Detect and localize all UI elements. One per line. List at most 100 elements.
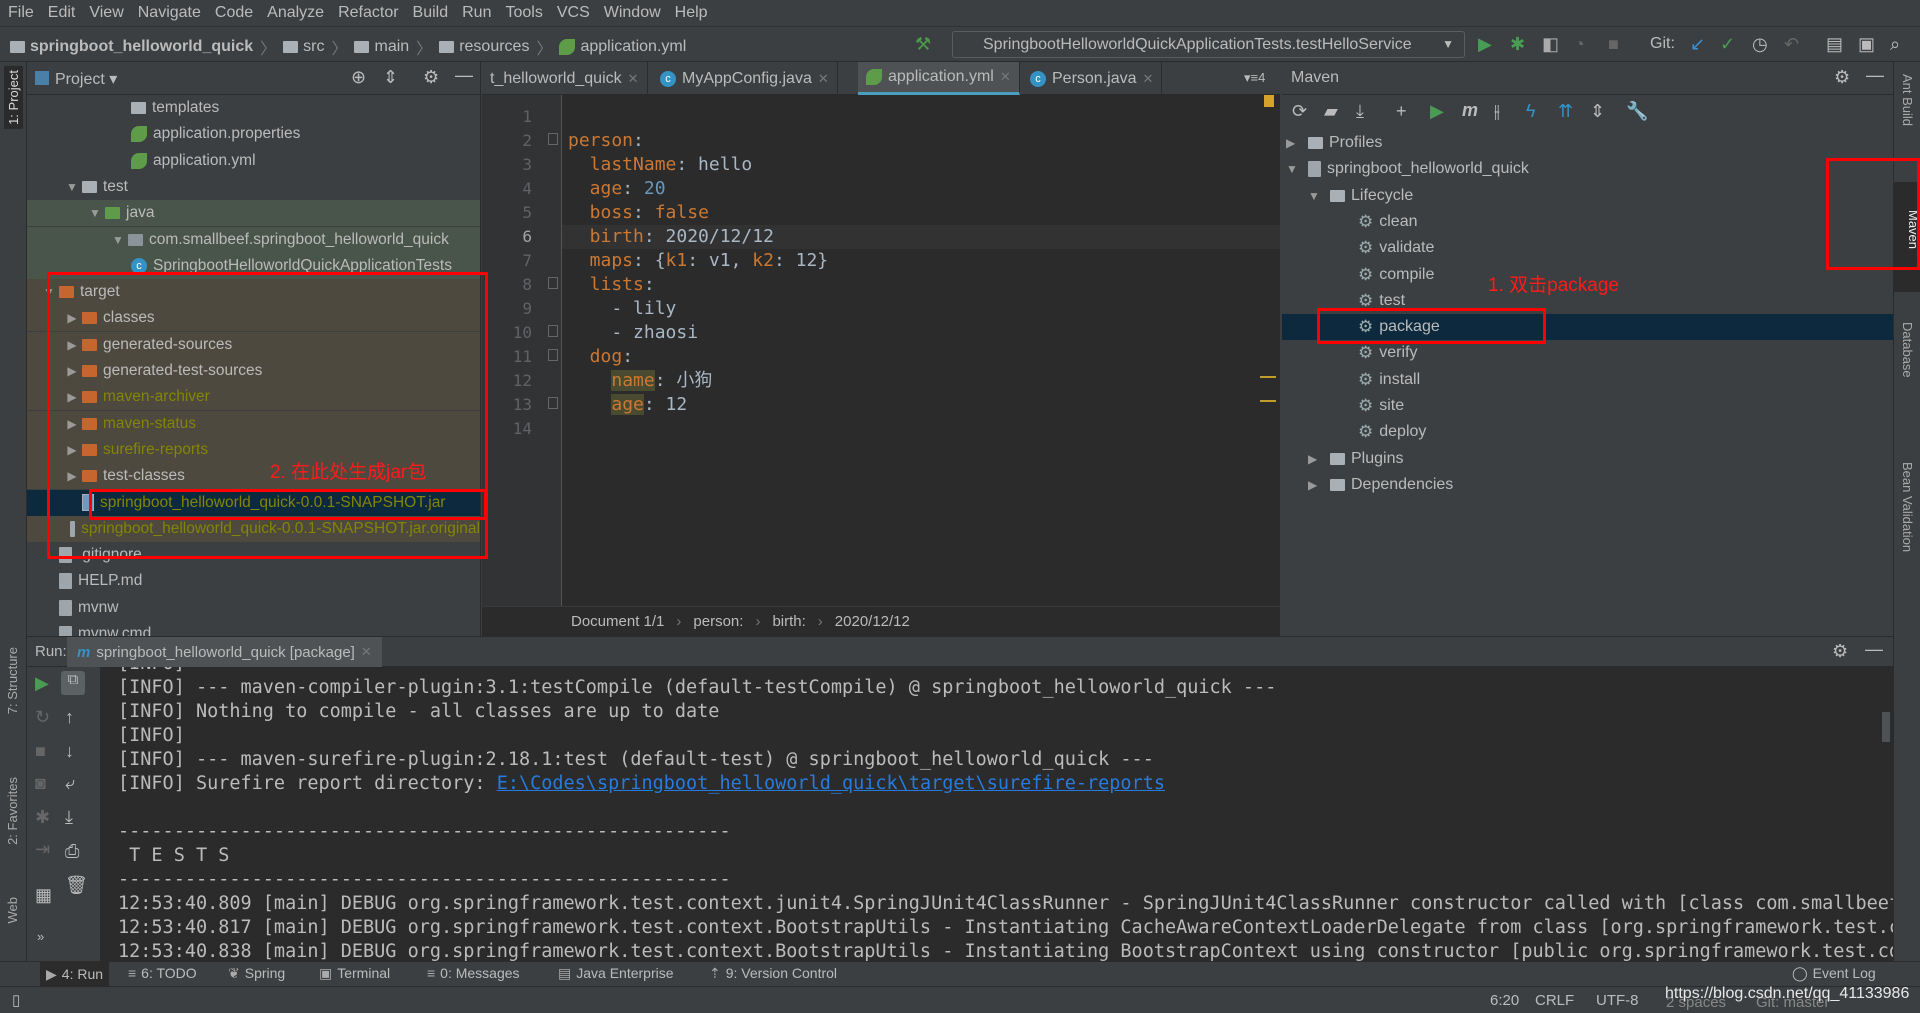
stripe-maven[interactable]: Maven: [1894, 182, 1920, 292]
menu-window[interactable]: Window: [600, 4, 671, 22]
reimport-icon[interactable]: ⟳: [1292, 101, 1307, 122]
tool-tab-messages[interactable]: ≡ 0: Messages: [427, 965, 520, 981]
chevron-right-icon[interactable]: ▶: [62, 364, 82, 378]
menu-edit[interactable]: Edit: [44, 4, 86, 22]
maven-item-profiles[interactable]: ▶ Profiles: [1282, 130, 1893, 156]
up-arrow-icon[interactable]: ↑: [65, 707, 74, 728]
breadcrumb-main[interactable]: main: [374, 38, 409, 56]
hide-icon[interactable]: —: [455, 65, 473, 86]
chevron-right-icon[interactable]: ▶: [1308, 478, 1330, 492]
tool-tab-terminal[interactable]: ▣ Terminal: [319, 965, 390, 982]
stop-icon[interactable]: ■: [1608, 33, 1619, 55]
git-commit-icon[interactable]: ✓: [1720, 33, 1735, 55]
tree-item[interactable]: ▶ generated-test-sources: [27, 358, 480, 384]
camera-icon[interactable]: ◙: [35, 773, 46, 794]
editor-tab[interactable]: t_helloworld_quick ✕: [482, 62, 648, 95]
tool-tab-version-control[interactable]: ⇡ 9: Version Control: [709, 965, 837, 982]
event-log-button[interactable]: ◯ Event Log: [1792, 965, 1876, 982]
chevron-right-icon[interactable]: ▶: [62, 390, 82, 404]
gear-icon[interactable]: ⚙: [1832, 641, 1848, 662]
menu-help[interactable]: Help: [671, 4, 718, 22]
chevron-down-icon[interactable]: ▼: [1308, 189, 1330, 203]
close-icon[interactable]: ✕: [818, 71, 829, 87]
tool-tab-run[interactable]: ▶ 4: Run: [40, 962, 110, 986]
stop-icon[interactable]: ■: [35, 741, 46, 762]
menu-navigate[interactable]: Navigate: [134, 4, 211, 22]
menu-refactor[interactable]: Refactor: [334, 4, 408, 22]
menu-code[interactable]: Code: [211, 4, 263, 22]
maven-goal-icon[interactable]: m: [1462, 100, 1478, 121]
tree-item[interactable]: application.properties: [27, 121, 480, 147]
stripe-ant-build[interactable]: Ant Build: [1900, 74, 1915, 126]
chevron-down-icon[interactable]: ▼: [1286, 162, 1308, 176]
soft-wrap-icon[interactable]: ⤶: [65, 773, 75, 794]
tree-item[interactable]: springboot_helloworld_quick-0.0.1-SNAPSH…: [27, 515, 480, 542]
down-arrow-icon[interactable]: ↓: [65, 741, 74, 762]
tree-item[interactable]: ▶ maven-archiver: [27, 384, 480, 411]
tree-item[interactable]: ▼ test: [27, 174, 480, 200]
layout-icon[interactable]: ▦: [35, 885, 52, 906]
hide-icon[interactable]: —: [1865, 639, 1883, 660]
run-configuration-select[interactable]: SpringbootHelloworldQuickApplicationTest…: [952, 31, 1465, 58]
editor-crumb[interactable]: Document 1/1: [571, 613, 664, 630]
menu-analyze[interactable]: Analyze: [263, 4, 334, 22]
add-icon[interactable]: +: [1396, 101, 1407, 122]
generate-sources-icon[interactable]: ▰: [1324, 101, 1338, 122]
chevron-down-icon[interactable]: ▼: [85, 206, 105, 220]
show-dependencies-icon[interactable]: ⇈: [1558, 101, 1573, 122]
print-icon[interactable]: ⎙: [65, 841, 79, 862]
tree-item[interactable]: application.yml: [27, 148, 480, 174]
maven-item-verify[interactable]: ⚙ verify: [1282, 340, 1893, 366]
menu-run[interactable]: Run: [458, 4, 501, 22]
editor-crumb[interactable]: 2020/12/12: [835, 613, 910, 630]
wrench-icon[interactable]: 🔧: [1626, 101, 1648, 122]
chevron-right-icon[interactable]: ▶: [62, 469, 82, 483]
gear-icon[interactable]: ⚙: [1834, 67, 1850, 88]
exit-icon[interactable]: ⇥: [35, 839, 50, 860]
run-tab[interactable]: m springboot_helloworld_quick [package] …: [67, 637, 382, 667]
breadcrumb-src[interactable]: src: [303, 38, 324, 56]
editor-tab[interactable]: application.yml ✕: [858, 62, 1020, 95]
maven-item-deploy[interactable]: ⚙ deploy: [1282, 419, 1893, 445]
coverage-icon[interactable]: ◧: [1542, 33, 1559, 55]
chevron-down-icon[interactable]: ▼: [108, 233, 128, 247]
fold-marker-icon[interactable]: [548, 349, 558, 361]
tree-item[interactable]: springboot_helloworld_quick-0.0.1-SNAPSH…: [27, 489, 480, 516]
chevron-down-icon[interactable]: ▼: [39, 285, 59, 299]
profile-icon[interactable]: ◔: [1574, 33, 1585, 55]
tree-item[interactable]: ▶ classes: [27, 305, 480, 332]
more-icon[interactable]: »: [37, 929, 44, 944]
tree-item[interactable]: ▼ target: [27, 279, 480, 306]
tree-item[interactable]: ▼ java: [27, 200, 480, 227]
tree-item[interactable]: c SpringbootHelloworldQuickApplicationTes…: [27, 252, 480, 279]
tool-tab-java-enterprise[interactable]: ▤ Java Enterprise: [558, 965, 674, 982]
collapse-all-icon[interactable]: ⇕: [383, 67, 398, 88]
chevron-right-icon[interactable]: ▶: [62, 443, 82, 457]
menu-view[interactable]: View: [85, 4, 133, 22]
fold-marker-icon[interactable]: [548, 277, 558, 289]
gear-icon[interactable]: ⚙: [423, 67, 439, 88]
stripe-project[interactable]: 1: Project: [4, 66, 23, 129]
collapse-all-icon[interactable]: ⇕: [1590, 101, 1605, 122]
debug-icon[interactable]: ✱: [1510, 33, 1525, 55]
toggle-offline-icon[interactable]: ⫲: [1494, 101, 1500, 122]
locate-icon[interactable]: ⊕: [351, 67, 366, 88]
chevron-right-icon[interactable]: ▶: [62, 338, 82, 352]
rerun-failed-icon[interactable]: ↻: [35, 707, 50, 728]
menu-build[interactable]: Build: [409, 4, 459, 22]
tree-item[interactable]: templates: [27, 95, 480, 121]
stripe-web[interactable]: Web: [5, 897, 20, 924]
inspection-status-icon[interactable]: [1264, 95, 1274, 107]
toggle-view-icon[interactable]: ⧉: [61, 671, 85, 695]
tree-item[interactable]: ▶ generated-sources: [27, 331, 480, 358]
close-icon[interactable]: ✕: [1000, 69, 1011, 85]
maven-item-lifecycle[interactable]: ▼ Lifecycle: [1282, 183, 1893, 209]
breadcrumb-file[interactable]: application.yml: [580, 38, 686, 56]
tree-item[interactable]: ▼ com.smallbeef.springboot_helloworld_qui…: [27, 226, 480, 253]
debug-icon[interactable]: ✱: [35, 807, 50, 828]
stripe-favorites[interactable]: 2: Favorites: [5, 777, 20, 845]
line-separator[interactable]: CRLF: [1535, 992, 1574, 1009]
caret-position[interactable]: 6:20: [1490, 992, 1519, 1009]
breadcrumb-resources[interactable]: resources: [459, 38, 529, 56]
rerun-icon[interactable]: ▶: [35, 673, 49, 694]
